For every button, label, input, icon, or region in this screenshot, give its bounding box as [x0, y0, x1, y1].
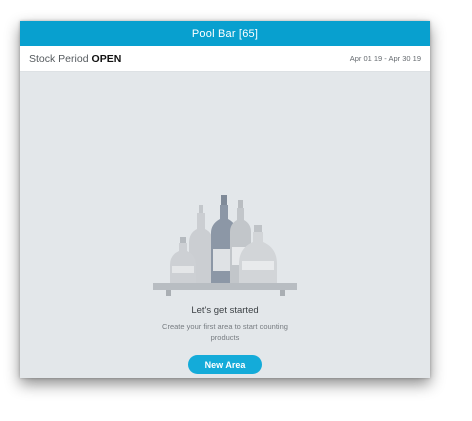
page-title: Pool Bar [65]: [191, 27, 259, 40]
app-window: Pool Bar [65] Stock Period OPEN Apr 01 19…: [20, 21, 430, 378]
empty-state-title: Let's get started: [191, 305, 259, 316]
bottles-on-shelf-icon: [153, 195, 297, 296]
stock-period-bar: Stock Period OPEN Apr 01 19 - Apr 30 19: [20, 46, 430, 72]
header-bar: Pool Bar [65]: [20, 21, 430, 46]
stock-period-status: Stock Period OPEN: [29, 53, 121, 65]
stock-period-dates: Apr 01 19 - Apr 30 19: [349, 54, 421, 63]
new-area-button[interactable]: New Area: [188, 355, 262, 374]
empty-state-description: Create your first area to start counting…: [162, 322, 288, 342]
stock-period-state: OPEN: [91, 52, 122, 65]
stock-period-label: Stock Period: [29, 52, 89, 65]
